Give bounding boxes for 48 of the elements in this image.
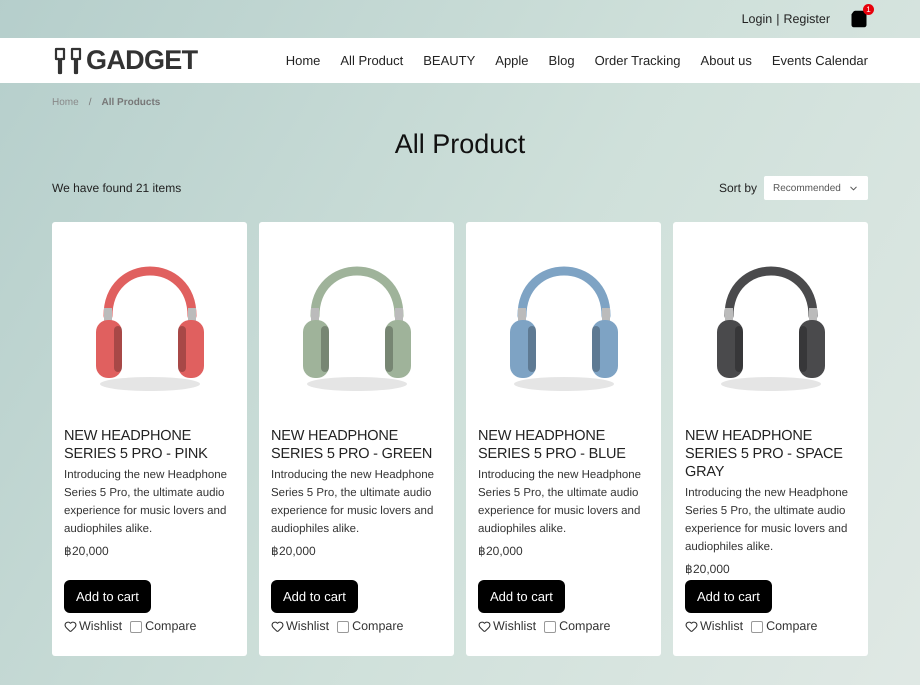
sort-label: Sort by — [718, 180, 757, 197]
compare-checkbox[interactable]: Compare — [337, 617, 404, 636]
add-to-cart-button[interactable]: Add to cart — [478, 580, 565, 614]
product-price: ฿20,000 — [271, 543, 317, 560]
product-description: Introducing the new Headphone Series 5 Pro, the ultimate audio experience for music lovers and audiophiles alike. — [64, 468, 228, 537]
breadcrumb-item: All Products — [101, 96, 160, 110]
login-link[interactable]: Login — [742, 10, 772, 28]
heart-icon — [478, 620, 491, 634]
wishlist-link[interactable]: Wishlist — [478, 617, 536, 636]
compare-checkbox[interactable]: Compare — [130, 617, 196, 636]
earbuds-icon — [52, 46, 84, 76]
logo[interactable]: GADGET — [52, 40, 198, 81]
product-description: Introducing the new Headphone Series 5 Pro, the ultimate audio experience for music lovers and audiophiles alike. — [271, 468, 436, 537]
product-title[interactable]: NEW HEADPHONE SERIES 5 PRO - SPACE GRAY — [685, 427, 856, 481]
nav-link[interactable]: Events Calendar — [772, 50, 868, 70]
results-count: We have found 21 items — [52, 180, 182, 197]
product-price: ฿20,000 — [64, 543, 110, 560]
page-title: All Product — [394, 128, 526, 161]
wishlist-link[interactable]: Wishlist — [685, 617, 744, 636]
product-title[interactable]: NEW HEADPHONE SERIES 5 PRO - BLUE — [478, 427, 649, 463]
add-to-cart-button[interactable]: Add to cart — [271, 580, 358, 614]
nav-link[interactable]: BEAUTY — [423, 50, 476, 70]
register-link[interactable]: Register — [783, 10, 830, 28]
compare-checkbox[interactable]: Compare — [544, 617, 610, 636]
breadcrumb-separator: / — [88, 96, 92, 110]
cart-count-badge: 1 — [863, 4, 874, 15]
add-to-cart-button[interactable]: Add to cart — [64, 580, 151, 614]
product-title[interactable]: NEW HEADPHONE SERIES 5 PRO - PINK — [64, 427, 235, 463]
nav-link[interactable]: Order Tracking — [594, 50, 681, 70]
product-title[interactable]: NEW HEADPHONE SERIES 5 PRO - GREEN — [271, 427, 442, 463]
product-price: ฿20,000 — [685, 561, 731, 578]
separator: | — [776, 10, 780, 28]
heart-icon — [685, 620, 698, 634]
product-price: ฿20,000 — [478, 543, 524, 560]
nav-link[interactable]: All Product — [340, 50, 404, 70]
nav-link[interactable]: Blog — [548, 50, 575, 70]
nav-link[interactable]: Home — [286, 50, 320, 70]
wishlist-link[interactable]: Wishlist — [271, 617, 330, 636]
nav-link[interactable]: About us — [700, 50, 752, 70]
product-description: Introducing the new Headphone Series 5 Pro, the ultimate audio experience for music lovers and audiophiles alike. — [478, 468, 642, 537]
heart-icon — [271, 620, 284, 634]
add-to-cart-button[interactable]: Add to cart — [685, 580, 772, 614]
product-description: Introducing the new Headphone Series 5 Pro, the ultimate audio experience for music lovers and audiophiles alike. — [685, 486, 850, 555]
heart-icon — [64, 620, 77, 634]
wishlist-link[interactable]: Wishlist — [64, 617, 122, 636]
nav-link[interactable]: Apple — [495, 50, 529, 70]
compare-checkbox[interactable]: Compare — [751, 617, 818, 636]
sort-dropdown[interactable]: Recommended — [764, 176, 868, 200]
